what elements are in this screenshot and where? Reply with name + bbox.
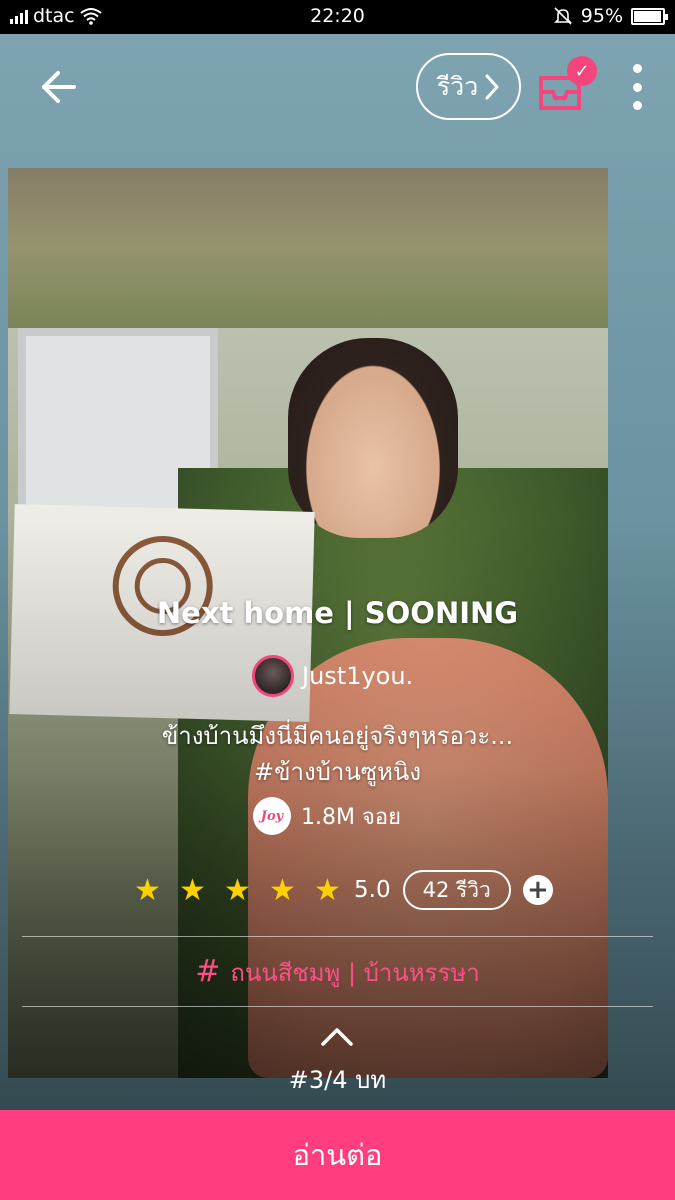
- author-name: Just1you.: [302, 662, 414, 690]
- chevron-up-icon[interactable]: [320, 1025, 354, 1047]
- rating-row: ★ ★ ★ ★ ★ 5.0 42 รีวิว +: [125, 870, 553, 910]
- more-options-button[interactable]: [624, 64, 650, 110]
- review-button-label: รีวิว: [436, 71, 479, 101]
- reviews-button[interactable]: 42 รีวิว: [402, 870, 511, 910]
- continue-reading-button[interactable]: อ่านต่อ: [0, 1110, 675, 1200]
- review-button[interactable]: รีวิว: [416, 53, 521, 120]
- divider: [22, 1006, 653, 1007]
- author-avatar: [252, 655, 294, 697]
- add-review-button[interactable]: +: [522, 875, 553, 905]
- chapter-indicator: #3/4 บท: [288, 1066, 387, 1094]
- cover-gradient-overlay: [0, 34, 675, 1110]
- tags-link[interactable]: # ถนนสีชมพู | บ้านหรรษา: [0, 953, 675, 992]
- chevron-right-icon: [485, 74, 499, 99]
- star-icon: ★: [179, 872, 206, 908]
- added-check-badge: ✓: [567, 56, 597, 86]
- author-link[interactable]: Just1you.: [252, 655, 413, 697]
- bell-muted-icon: [553, 7, 572, 25]
- status-right: 95%: [553, 5, 668, 27]
- joy-count-row: Joy 1.8M จอย: [253, 797, 401, 835]
- description-text: ข้างบ้านมึงนี่มีคนอยู่จริงๆหรอวะ...: [161, 722, 514, 750]
- arrow-left-icon: [42, 71, 76, 103]
- story-title: Next home | SOONING: [156, 596, 519, 630]
- tags-text: ถนนสีชมพู | บ้านหรรษา: [230, 959, 480, 987]
- status-bar: dtac 22:20 95%: [0, 0, 675, 34]
- star-icon: ★: [134, 872, 161, 908]
- joy-count: 1.8M จอย: [301, 804, 401, 830]
- description-hashtag: #ข้างบ้านซูหนิง: [253, 758, 422, 786]
- hashtag-icon: #: [195, 954, 221, 989]
- plus-icon: +: [526, 875, 549, 905]
- divider: [22, 936, 653, 937]
- battery-icon: [631, 7, 668, 25]
- back-button[interactable]: [30, 62, 86, 112]
- star-icon: ★: [269, 872, 296, 908]
- battery-percent: 95%: [580, 5, 623, 27]
- more-dot-icon: [632, 101, 642, 110]
- star-icon: ★: [224, 872, 251, 908]
- continue-reading-label: อ่านต่อ: [292, 1138, 383, 1172]
- rating-value: 5.0: [354, 877, 391, 903]
- joy-icon: Joy: [253, 797, 291, 835]
- bookshelf-button[interactable]: ✓: [533, 56, 597, 114]
- more-dot-icon: [632, 64, 642, 73]
- star-icon: ★: [314, 872, 341, 908]
- story-description: ข้างบ้านมึงนี่มีคนอยู่จริงๆหรอวะ... #ข้า…: [0, 718, 675, 790]
- more-dot-icon: [632, 82, 642, 92]
